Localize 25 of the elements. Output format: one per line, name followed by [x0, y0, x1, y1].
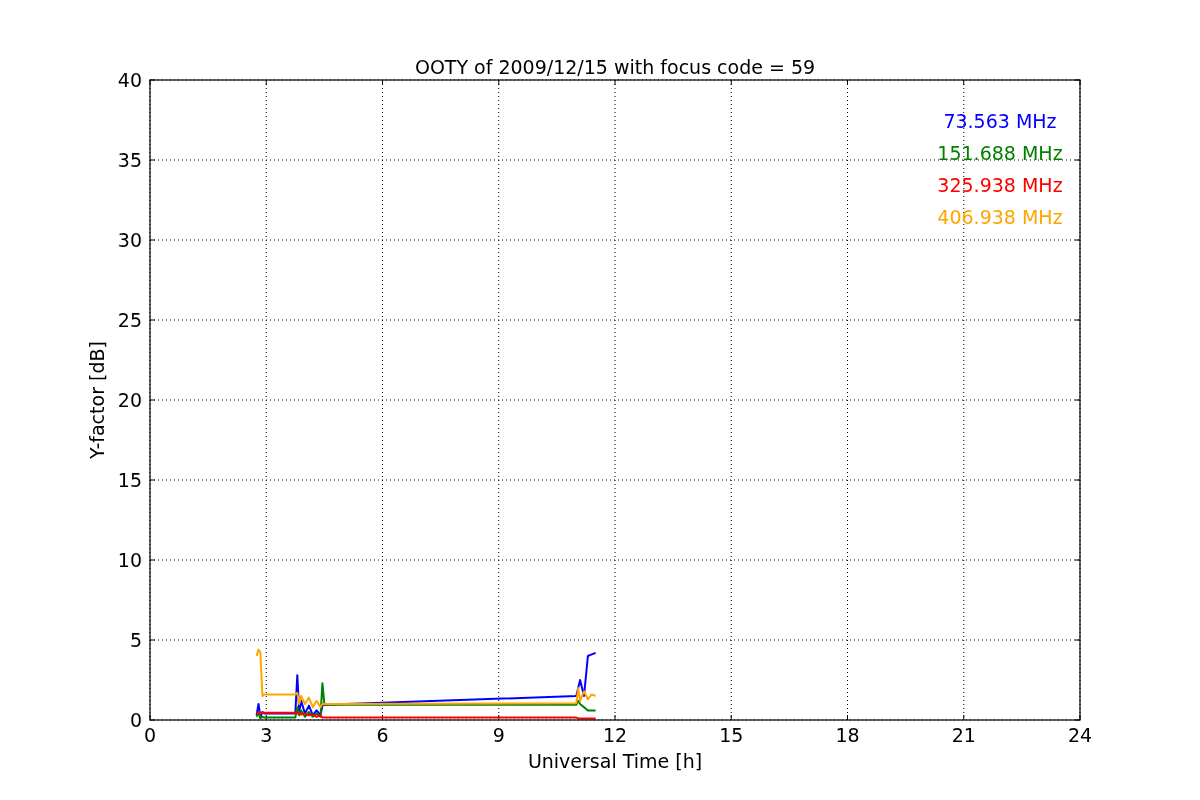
- x-tick-label: 24: [1067, 724, 1093, 746]
- y-tick-label: 30: [117, 229, 142, 251]
- y-tick-label: 10: [117, 549, 142, 571]
- y-tick-label: 25: [117, 309, 142, 331]
- x-tick-label: 18: [835, 724, 860, 746]
- x-tick-label: 21: [951, 724, 976, 746]
- x-axis-label: Universal Time [h]: [527, 750, 703, 772]
- x-tick-label: 9: [492, 724, 505, 746]
- x-tick-label: 12: [602, 724, 628, 746]
- x-tick-label: 3: [260, 724, 273, 746]
- legend-label: 151.688 MHz: [937, 142, 1063, 164]
- x-tick-label: 15: [719, 724, 744, 746]
- y-tick-label: 0: [129, 709, 142, 731]
- y-tick-label: 20: [117, 389, 142, 411]
- legend-label: 406.938 MHz: [937, 206, 1063, 228]
- x-tick-label: 0: [143, 724, 157, 746]
- y-axis-label: Y-factor [dB]: [86, 341, 108, 459]
- y-tick-label: 5: [129, 629, 142, 651]
- legend-label: 325.938 MHz: [937, 174, 1063, 196]
- chart-title: OOTY of 2009/12/15 with focus code = 59: [414, 56, 816, 78]
- x-tick-label: 6: [376, 724, 389, 746]
- y-tick-label: 35: [117, 149, 142, 171]
- legend-label: 73.563 MHz: [943, 110, 1057, 132]
- y-tick-label: 40: [117, 69, 142, 91]
- y-tick-label: 15: [117, 469, 142, 491]
